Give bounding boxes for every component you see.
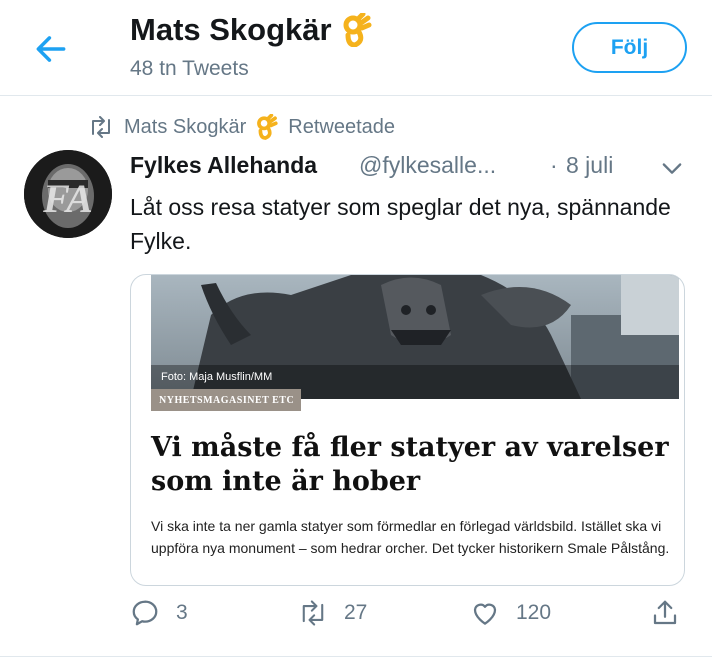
avatar-monogram: FA	[42, 176, 93, 221]
profile-header: Mats Skogkär 48 tn Tweets Följ	[0, 0, 712, 96]
avatar[interactable]: FA	[24, 150, 112, 238]
retweet-action-label: Retweetade	[288, 115, 396, 138]
reply-count: 3	[176, 601, 188, 624]
reply-icon	[132, 600, 158, 626]
like-count: 120	[516, 601, 552, 624]
link-card[interactable]: Foto: Maja Musflin/MM NYHETSMAGASINET ET…	[130, 274, 685, 586]
arrow-left-icon[interactable]	[32, 30, 70, 68]
card-title: Vi måste få fler statyer av varelser som…	[151, 432, 669, 497]
divider	[0, 656, 712, 657]
photo-credit: Foto: Maja Musflin/MM	[161, 371, 273, 383]
tweet-date[interactable]: 8 juli	[566, 152, 613, 179]
tweet-count: 48 tn Tweets	[130, 57, 249, 80]
profile-title: Mats Skogkär	[130, 12, 372, 48]
share-action[interactable]	[650, 598, 680, 628]
avatar-image: FA	[24, 150, 112, 238]
retweet-count: 27	[344, 601, 368, 624]
tweet-text: Låt oss resa statyer som speglar det nya…	[130, 194, 671, 254]
separator-dot: ·	[550, 152, 558, 178]
heart-icon	[473, 603, 497, 625]
ok-hand-emoji-icon	[343, 13, 372, 47]
chevron-down-icon[interactable]	[658, 154, 686, 182]
profile-name: Mats Skogkär	[130, 12, 332, 47]
card-image: Foto: Maja Musflin/MM	[151, 275, 679, 399]
ok-hand-emoji-icon	[257, 114, 278, 140]
retweet-icon	[92, 116, 110, 138]
retweeter-name[interactable]: Mats Skogkär	[124, 116, 246, 139]
author-name[interactable]: Fylkes Allehanda	[130, 152, 317, 179]
follow-button[interactable]: Följ	[572, 22, 687, 73]
retweet-icon	[302, 600, 324, 626]
retweet-action[interactable]: 27	[298, 598, 367, 628]
magazine-label: NYHETSMAGASINET ETC	[151, 389, 301, 411]
like-action[interactable]: 120	[470, 598, 551, 628]
share-icon	[653, 600, 677, 625]
author-handle[interactable]: @fylkesalle...	[359, 152, 496, 179]
tweet-header: Fylkes Allehanda @fylkesalle... · 8 juli	[130, 152, 690, 184]
card-description: Vi ska inte ta ner gamla statyer som för…	[151, 518, 670, 556]
tweet-actions: 3 27 120	[130, 598, 690, 642]
retweet-context: Mats Skogkär Retweetade	[88, 114, 395, 140]
reply-action[interactable]: 3	[130, 598, 188, 628]
